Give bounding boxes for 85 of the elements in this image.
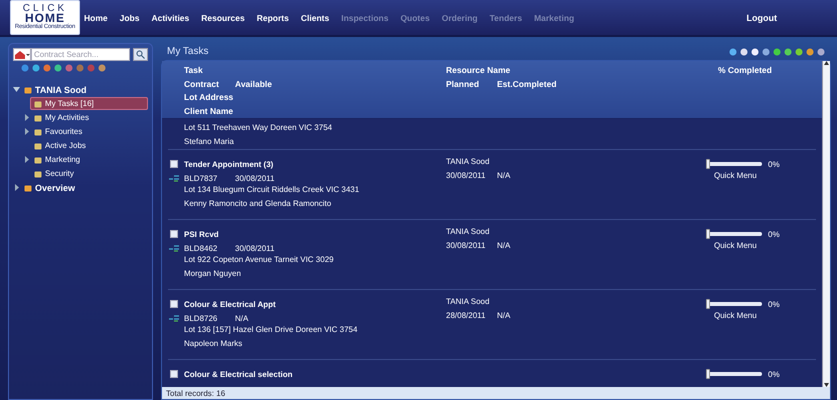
nav-link[interactable]: Activities — [151, 12, 190, 22]
column-heading: Available — [235, 78, 272, 90]
link-icon — [169, 244, 179, 252]
column-heading: Est.Completed — [497, 78, 557, 91]
nav-link[interactable]: Reports — [256, 12, 289, 22]
client-name: Morgan Nguyen — [184, 269, 242, 280]
resource-name: TANIA Sood — [446, 227, 490, 236]
percent-reading: 0% — [768, 370, 780, 378]
quick-menu-link[interactable]: Quick Menu — [706, 241, 757, 250]
progress-slider[interactable] — [706, 372, 762, 376]
column-heading: Task — [184, 65, 204, 77]
slider-thumb[interactable] — [706, 159, 710, 169]
expand-arrow-icon[interactable] — [24, 128, 28, 135]
checkbox[interactable] — [170, 160, 178, 168]
task-title: Colour & Electrical Appt — [184, 300, 276, 308]
percent-reading: 0% — [768, 300, 780, 308]
planned-date: 28/08/2011 — [446, 311, 486, 320]
tree-item[interactable]: Overview — [20, 181, 76, 194]
progress-slider[interactable] — [706, 232, 762, 236]
contract-number: BLD8462 — [184, 244, 218, 252]
nav-link[interactable]: Clients — [300, 12, 330, 22]
expand-arrow-icon[interactable] — [24, 156, 28, 163]
available-date: 30/08/2011 — [235, 244, 274, 252]
nav-link[interactable]: Jobs — [120, 12, 140, 22]
lot-address: Lot 136 [157] Hazel Glen Drive Doreen VIC 3754 — [184, 325, 358, 336]
progress-slider[interactable] — [706, 302, 762, 306]
scrollbar[interactable] — [822, 61, 830, 387]
task-title: Colour & Electrical selection — [184, 370, 292, 378]
column-heading: Contract — [184, 78, 220, 90]
tree-item[interactable]: Marketing — [30, 153, 82, 166]
checkbox[interactable] — [170, 370, 178, 378]
quick-menu-link[interactable]: Quick Menu — [706, 311, 757, 320]
scroll-up-icon[interactable] — [824, 61, 829, 65]
tree-item[interactable]: My Tasks [16] — [30, 97, 148, 110]
slider-thumb[interactable] — [706, 369, 710, 379]
task-title: Tender Appointment (3) — [184, 160, 274, 168]
search-button[interactable] — [133, 48, 148, 61]
client-name: Napoleon Marks — [184, 339, 244, 350]
task-title: PSI Rcvd — [184, 230, 219, 238]
client-name: Kenny Ramoncito and Glenda Ramoncito — [184, 199, 332, 210]
planned-date: 30/08/2011 — [446, 171, 486, 180]
planned-date: 30/08/2011 — [446, 241, 486, 250]
lot-address: Lot 134 Bluegum Circuit Riddells Creek VIC 3431 — [184, 185, 360, 196]
progress-slider[interactable] — [706, 162, 762, 166]
lot-address: Lot 511 Treehaven Way Doreen VIC 3754 — [184, 123, 334, 134]
collapse-arrow-icon[interactable] — [13, 87, 20, 92]
nav-link[interactable]: Home — [84, 12, 108, 22]
lot-address: Lot 922 Copeton Avenue Tarneit VIC 3029 — [184, 255, 335, 266]
search-field[interactable]: Contract Search... — [31, 48, 130, 61]
column-heading: Client Name — [184, 106, 234, 118]
link-icon — [169, 174, 179, 182]
est-completed: N/A — [497, 241, 510, 250]
est-completed: N/A — [497, 171, 510, 180]
panel-title: My Tasks — [167, 46, 208, 57]
est-completed: N/A — [497, 311, 510, 320]
contract-number: BLD8726 — [184, 314, 218, 322]
expand-arrow-icon[interactable] — [24, 114, 28, 121]
slider-thumb[interactable] — [706, 229, 710, 239]
column-heading: % Completed — [717, 65, 773, 77]
client-name: Stefano Maria — [184, 137, 235, 148]
available-date: 30/08/2011 — [235, 174, 274, 182]
percent-reading: 0% — [768, 230, 780, 238]
percent-reading: 0% — [768, 160, 780, 168]
contract-number: BLD7837 — [184, 174, 218, 182]
search-type-dropdown[interactable] — [13, 48, 31, 61]
column-heading: Lot Address — [184, 92, 234, 104]
checkbox[interactable] — [170, 300, 178, 308]
nav-link[interactable]: Resources — [201, 12, 245, 22]
column-heading: Planned — [446, 78, 480, 90]
expand-arrow-icon[interactable] — [14, 184, 18, 191]
slider-thumb[interactable] — [706, 299, 710, 309]
tree-item[interactable]: Security — [30, 167, 75, 180]
resource-name: TANIA Sood — [446, 157, 490, 166]
tree-item[interactable]: TANIA Sood — [20, 83, 88, 96]
column-heading: Resource Name — [446, 65, 512, 77]
tree-item[interactable]: Favourites — [30, 125, 84, 138]
quick-menu-link[interactable]: Quick Menu — [706, 171, 757, 180]
tree-item[interactable]: My Activities — [30, 111, 90, 124]
logout-link[interactable]: Logout — [746, 12, 777, 22]
link-icon — [169, 314, 179, 322]
resource-name: TANIA Sood — [446, 297, 490, 306]
available-date: N/A — [235, 314, 248, 322]
status-bar: Total records: 16 — [162, 387, 830, 399]
checkbox[interactable] — [170, 230, 178, 238]
tree-item[interactable]: Active Jobs — [30, 139, 87, 152]
